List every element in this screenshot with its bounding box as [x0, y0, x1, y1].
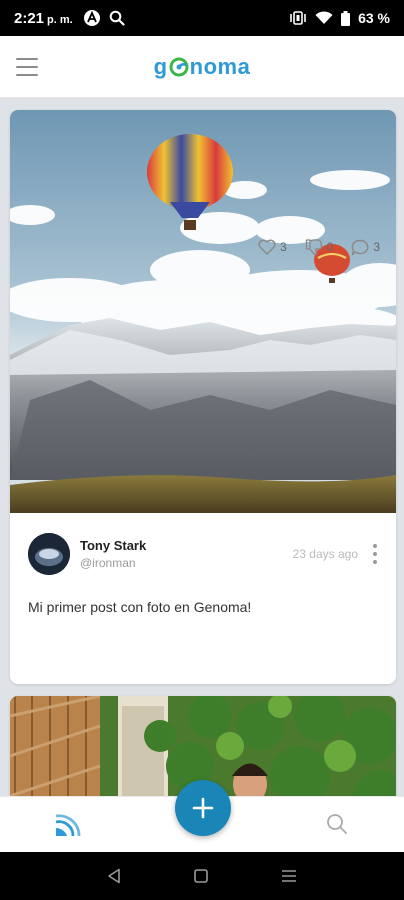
like-button[interactable]: 3: [258, 239, 287, 255]
recents-icon[interactable]: [281, 869, 297, 883]
logo-suffix: noma: [189, 53, 251, 79]
app-header: g noma: [0, 36, 404, 98]
dislike-count: 0: [326, 240, 334, 254]
status-left-icons: [83, 9, 125, 27]
comment-count: 3: [373, 240, 380, 254]
status-bar: 2:21 p. m. 63 %: [0, 0, 404, 36]
heart-icon: [258, 239, 276, 255]
wifi-icon: [315, 11, 333, 24]
plus-icon: [192, 797, 214, 819]
hamburger-icon[interactable]: [16, 58, 38, 76]
author-name[interactable]: Tony Stark: [80, 538, 146, 553]
add-post-button[interactable]: [175, 780, 231, 836]
logo-mark-icon: [169, 57, 189, 76]
feed-signal-icon[interactable]: [53, 811, 81, 842]
post-header: Tony Stark @ironman 23 days ago: [28, 533, 378, 575]
battery-icon: [341, 10, 351, 26]
search-notification-icon: [109, 10, 125, 26]
status-period: p. m.: [47, 13, 73, 26]
post-body: Tony Stark @ironman 23 days ago Mi prime…: [10, 533, 396, 615]
author-info: Tony Stark @ironman: [80, 538, 146, 570]
avatar-image: [28, 533, 70, 575]
dislike-button[interactable]: 0: [305, 238, 334, 256]
post-text: Mi primer post con foto en Genoma!: [28, 599, 252, 615]
back-icon[interactable]: [107, 868, 121, 884]
home-icon[interactable]: [194, 869, 208, 883]
search-icon[interactable]: [326, 813, 348, 840]
comment-button[interactable]: 3: [351, 239, 380, 256]
status-right: 63 %: [289, 10, 390, 26]
author-handle: @ironman: [80, 556, 136, 570]
like-count: 3: [279, 240, 287, 254]
status-time: 2:21 p. m.: [14, 9, 73, 27]
avatar[interactable]: [28, 533, 70, 575]
system-nav-bar: [0, 852, 404, 900]
battery-level: 63 %: [358, 10, 390, 26]
post-card[interactable]: Tony Stark @ironman 23 days ago Mi prime…: [10, 110, 396, 684]
app-notification-icon: [83, 10, 100, 26]
vibrate-icon: [290, 11, 306, 25]
comment-icon: [351, 239, 369, 255]
logo-prefix: g: [153, 53, 168, 79]
thumbs-down-icon: [305, 239, 322, 256]
post-time: 23 days ago: [292, 547, 358, 561]
feed[interactable]: Tony Stark @ironman 23 days ago Mi prime…: [0, 98, 404, 796]
app-logo: g noma: [154, 54, 251, 80]
post-actions: 3 0 3: [258, 238, 380, 256]
post-image[interactable]: [10, 110, 396, 513]
more-options-icon[interactable]: [372, 544, 378, 564]
